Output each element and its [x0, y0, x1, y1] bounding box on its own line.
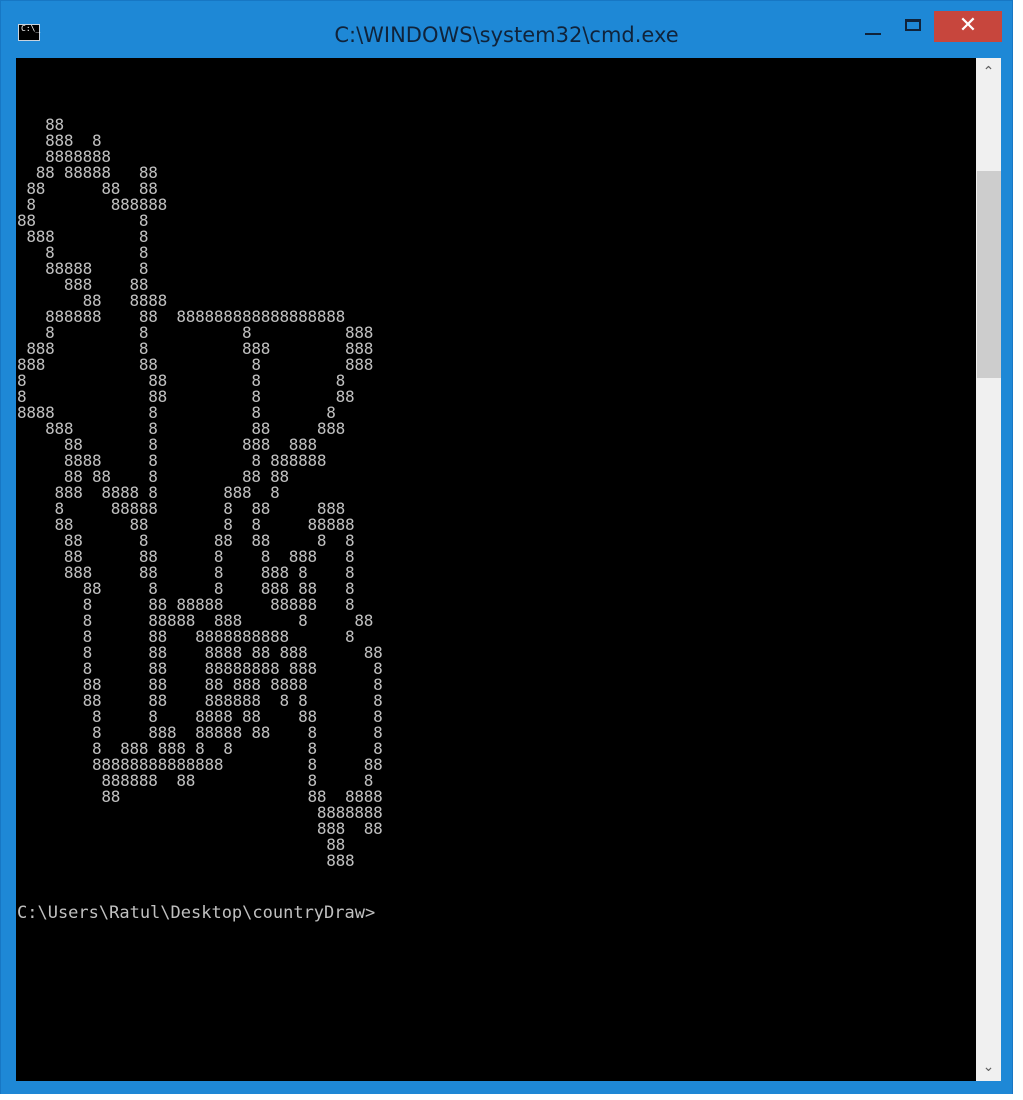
window-bottom-border	[1, 1081, 1012, 1094]
vertical-scrollbar[interactable]: ⌃ ⌄	[976, 58, 1001, 1081]
command-prompt[interactable]: C:\Users\Ratul\Desktop\countryDraw>	[17, 903, 375, 923]
scrollbar-thumb[interactable]	[977, 171, 1001, 378]
minimize-button[interactable]	[857, 12, 891, 42]
chevron-down-icon[interactable]: ⌄	[976, 1053, 1001, 1081]
title-bar[interactable]: C:\_ C:\WINDOWS\system32\cmd.exe ✕	[1, 1, 1012, 58]
cmd-window: C:\_ C:\WINDOWS\system32\cmd.exe ✕ 88 88…	[0, 0, 1013, 1094]
minimize-icon	[865, 33, 881, 35]
maximize-icon	[905, 19, 921, 31]
chevron-up-icon[interactable]: ⌃	[976, 58, 1001, 86]
close-button[interactable]: ✕	[934, 11, 1002, 42]
console-area[interactable]: 88 888 8 8888888 88 88888 88 88 88 88 8 …	[16, 58, 976, 1081]
close-icon: ✕	[958, 13, 978, 38]
console-output: 88 888 8 8888888 88 88888 88 88 88 88 8 …	[17, 115, 383, 870]
maximize-button[interactable]	[897, 12, 931, 42]
